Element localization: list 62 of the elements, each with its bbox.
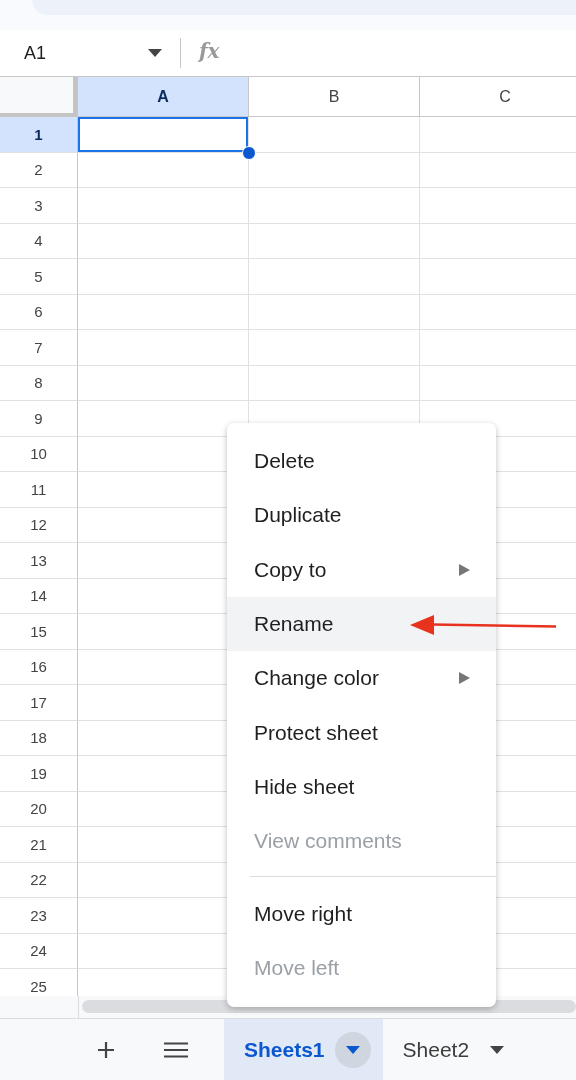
spreadsheet-cell[interactable] — [78, 259, 249, 295]
selected-cell[interactable] — [78, 117, 249, 153]
row-header[interactable]: 22 — [0, 862, 78, 898]
spreadsheet-cell[interactable] — [249, 188, 420, 224]
spreadsheet-cell[interactable] — [78, 294, 249, 330]
row-header[interactable]: 11 — [0, 472, 78, 508]
menu-item[interactable]: Delete — [227, 434, 496, 489]
caret-icon — [345, 1045, 360, 1054]
row-header[interactable]: 16 — [0, 649, 78, 685]
spreadsheet-cell[interactable] — [249, 259, 420, 295]
menu-item[interactable]: Duplicate — [227, 488, 496, 543]
sheet-tab[interactable]: Sheet2 — [382, 1019, 528, 1080]
row-header[interactable]: 9 — [0, 401, 78, 437]
row-header[interactable]: 8 — [0, 365, 78, 401]
row-header[interactable]: 10 — [0, 436, 78, 472]
row-header[interactable]: 3 — [0, 188, 78, 224]
spreadsheet-cell[interactable] — [249, 365, 420, 401]
row-header[interactable]: 15 — [0, 614, 78, 650]
row-header[interactable]: 14 — [0, 578, 78, 614]
menu-item: View comments — [253, 828, 403, 855]
plus-icon — [97, 1040, 115, 1059]
spreadsheet-cell[interactable] — [78, 188, 249, 224]
menu-item[interactable]: Rename — [227, 596, 496, 652]
menu-item[interactable]: Protect sheet — [227, 705, 496, 760]
menu-item[interactable]: Hide sheet — [227, 759, 496, 815]
tab-dropdown-button[interactable] — [334, 1031, 371, 1068]
row-header[interactable]: 13 — [0, 543, 78, 579]
row-header[interactable]: 5 — [0, 259, 78, 295]
row-header[interactable]: 6 — [0, 294, 78, 330]
menu-item[interactable]: Copy to — [227, 542, 496, 597]
sheet-tab[interactable]: Sheets1 — [224, 1019, 383, 1080]
column-header[interactable]: A — [78, 77, 249, 117]
row-header[interactable]: 1 — [0, 117, 78, 153]
spreadsheet-cell[interactable] — [78, 330, 249, 366]
row-header[interactable]: 21 — [0, 827, 78, 863]
spreadsheet-cell[interactable] — [249, 330, 420, 366]
row-header[interactable]: 17 — [0, 685, 78, 721]
row-header[interactable]: 18 — [0, 720, 78, 756]
formula-icon: fx — [199, 39, 220, 63]
fill-handle[interactable] — [242, 145, 256, 160]
row-header[interactable]: 19 — [0, 756, 78, 792]
menu-item: Move left — [253, 954, 341, 981]
spreadsheet-cell[interactable] — [78, 365, 249, 401]
spreadsheet-cell[interactable] — [249, 294, 420, 330]
row-header[interactable]: 4 — [0, 223, 78, 259]
spreadsheet-cell[interactable] — [249, 152, 420, 188]
menu-item[interactable]: Move right — [227, 886, 496, 941]
row-header[interactable]: 7 — [0, 330, 78, 366]
spreadsheet-cell[interactable] — [249, 223, 420, 259]
caret-icon — [490, 1045, 505, 1054]
row-header[interactable]: 23 — [0, 898, 78, 934]
row-header[interactable]: 24 — [0, 933, 78, 969]
dropdown-caret-icon — [148, 49, 162, 57]
menu-item[interactable]: Change color — [227, 651, 496, 706]
column-header[interactable]: B — [249, 77, 420, 117]
select-all-corner[interactable] — [0, 77, 78, 117]
row-header[interactable]: 20 — [0, 791, 78, 827]
row-header[interactable]: 12 — [0, 507, 78, 543]
row-header[interactable]: 2 — [0, 152, 78, 188]
spreadsheet-cell[interactable] — [78, 223, 249, 259]
menu-icon — [164, 1041, 188, 1058]
name-box[interactable]: A1 — [0, 35, 170, 71]
